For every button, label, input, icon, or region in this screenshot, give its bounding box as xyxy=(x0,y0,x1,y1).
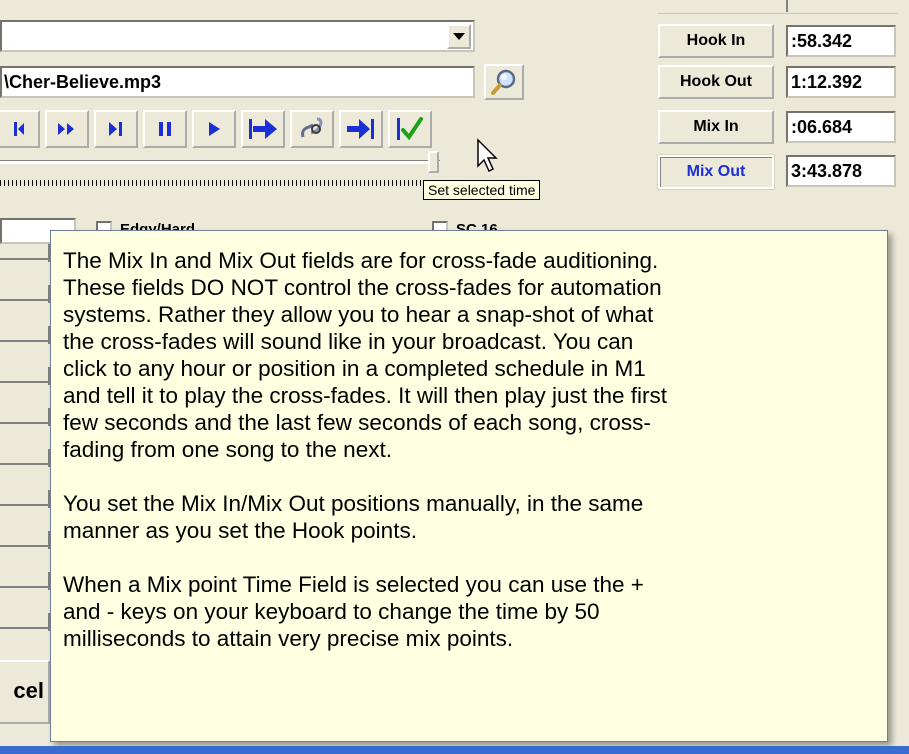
field-edge xyxy=(0,340,50,342)
pause-button[interactable] xyxy=(143,110,187,148)
jump-arrow-icon xyxy=(249,119,277,139)
hook-out-time-field[interactable]: 1:12.392 xyxy=(786,66,896,98)
rewind-icon xyxy=(14,122,24,136)
checkmark-icon xyxy=(397,117,423,141)
jump-button[interactable] xyxy=(241,110,285,148)
skip-end-icon xyxy=(109,122,122,136)
left-field-edges xyxy=(0,244,55,684)
help-paragraph-keys: When a Mix point Time Field is selected … xyxy=(63,572,644,651)
mix-out-time-field[interactable]: 3:43.878 xyxy=(786,155,896,187)
mix-in-button[interactable]: Mix In xyxy=(658,110,774,144)
hook-in-button[interactable]: Hook In xyxy=(658,24,774,58)
field-edge xyxy=(0,299,50,301)
hook-in-time-field[interactable]: :58.342 xyxy=(786,25,896,57)
set-selected-time-button[interactable] xyxy=(388,110,432,148)
rewind-button[interactable] xyxy=(0,110,40,148)
chevron-down-icon xyxy=(453,33,465,40)
mix-help-tooltip: The Mix In and Mix Out fields are for cr… xyxy=(50,230,888,742)
search-button[interactable] xyxy=(484,64,524,100)
help-paragraph-crossfade: The Mix In and Mix Out fields are for cr… xyxy=(63,248,668,462)
mix-out-button[interactable]: Mix Out xyxy=(658,155,774,189)
field-edge xyxy=(0,545,50,547)
transport-toolbar xyxy=(0,110,432,150)
cancel-button[interactable]: cel xyxy=(0,660,50,724)
position-slider-track[interactable] xyxy=(0,160,440,164)
combo-dropdown-button[interactable] xyxy=(447,24,471,49)
window-bottom-edge xyxy=(0,746,909,754)
jump-to-end-icon xyxy=(347,119,374,139)
file-name-field[interactable]: \Cher-Believe.mp3 xyxy=(0,66,475,98)
mix-in-time-field[interactable]: :06.684 xyxy=(786,111,896,143)
hook-link-button[interactable] xyxy=(290,110,334,148)
pause-icon xyxy=(159,122,171,136)
field-edge xyxy=(0,504,50,506)
fast-forward-icon xyxy=(58,123,74,135)
set-selected-time-tooltip: Set selected time xyxy=(423,180,541,200)
top-field-fragment xyxy=(658,0,898,14)
file-select-combo[interactable] xyxy=(0,20,475,52)
field-edge xyxy=(0,586,50,588)
hook-link-icon xyxy=(301,117,323,138)
position-slider-thumb[interactable] xyxy=(428,151,439,173)
hook-out-button[interactable]: Hook Out xyxy=(658,65,774,99)
play-button[interactable] xyxy=(192,110,236,148)
play-icon xyxy=(209,122,220,136)
mouse-pointer-icon xyxy=(477,138,498,173)
field-edge xyxy=(0,463,50,465)
help-paragraph-manual: You set the Mix In/Mix Out positions man… xyxy=(63,491,644,543)
field-edge xyxy=(0,627,50,629)
fast-forward-button[interactable] xyxy=(45,110,89,148)
slider-ticks xyxy=(0,180,428,186)
field-edge xyxy=(0,422,50,424)
field-edge xyxy=(0,381,50,383)
field-edge xyxy=(0,258,50,260)
skip-end-button[interactable] xyxy=(94,110,138,148)
jump-to-end-button[interactable] xyxy=(339,110,383,148)
magnifier-icon xyxy=(491,69,516,95)
